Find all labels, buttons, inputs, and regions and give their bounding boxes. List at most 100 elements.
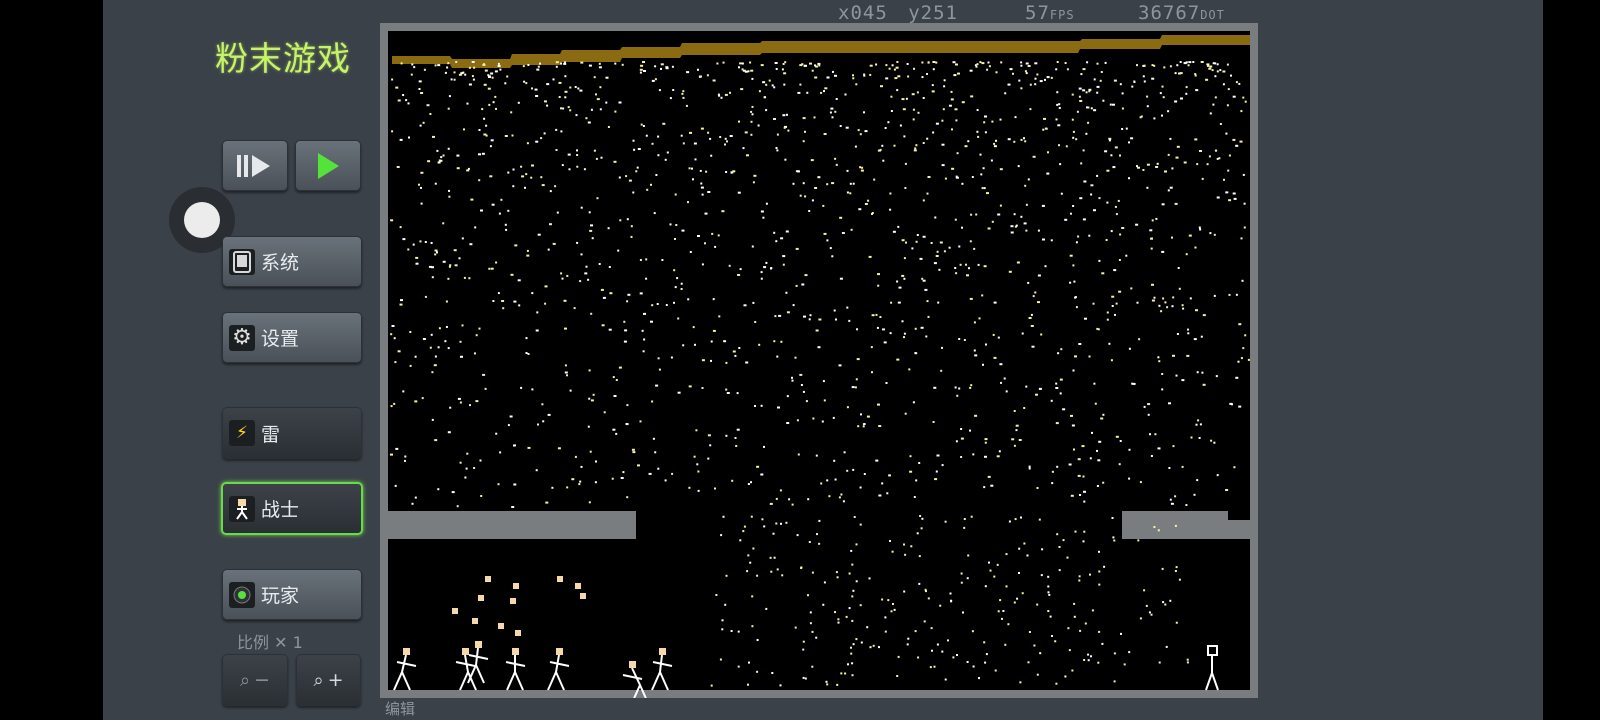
spark-particle bbox=[787, 129, 790, 132]
spark-particle bbox=[1047, 591, 1050, 594]
spark-particle bbox=[614, 110, 617, 113]
spark-particle bbox=[983, 121, 986, 124]
spark-particle bbox=[770, 570, 773, 573]
spark-particle bbox=[752, 547, 755, 550]
spark-particle bbox=[1092, 302, 1095, 305]
spark-particle bbox=[882, 159, 885, 162]
spark-particle bbox=[1045, 127, 1048, 130]
spark-particle bbox=[494, 70, 498, 73]
zoom-in-button[interactable]: ⌕ + bbox=[296, 654, 361, 706]
spark-particle bbox=[1041, 204, 1045, 207]
spark-particle bbox=[1112, 103, 1115, 106]
spark-particle bbox=[807, 498, 810, 501]
spark-particle bbox=[938, 268, 941, 271]
spark-particle bbox=[1209, 232, 1212, 235]
powder-playfield[interactable] bbox=[380, 23, 1258, 698]
zoom-out-button[interactable]: ⌕ − bbox=[222, 654, 288, 706]
spark-particle bbox=[593, 149, 596, 152]
spark-particle bbox=[885, 77, 889, 80]
spark-particle bbox=[998, 450, 1001, 453]
spark-particle bbox=[391, 325, 395, 327]
spark-particle bbox=[411, 502, 414, 505]
spark-particle bbox=[785, 230, 789, 233]
thunder-element-button[interactable]: ⚡ 雷 bbox=[222, 407, 362, 459]
spark-particle bbox=[1013, 410, 1016, 412]
system-button[interactable]: 系统 bbox=[222, 236, 362, 287]
spark-particle bbox=[648, 472, 652, 475]
spark-particle bbox=[952, 61, 956, 64]
spark-particle bbox=[424, 241, 427, 243]
spark-particle bbox=[1226, 63, 1229, 66]
spark-particle bbox=[637, 148, 641, 150]
spark-particle bbox=[969, 69, 973, 72]
spark-particle bbox=[1240, 357, 1243, 360]
spark-particle bbox=[1039, 80, 1043, 83]
spark-particle bbox=[1082, 149, 1085, 152]
spark-particle bbox=[993, 145, 997, 148]
spark-particle bbox=[828, 495, 831, 498]
spark-particle bbox=[834, 74, 837, 77]
spark-particle bbox=[535, 95, 539, 97]
spark-particle bbox=[1098, 583, 1101, 586]
spark-particle bbox=[773, 86, 776, 89]
spark-particle bbox=[395, 86, 399, 89]
spark-particle bbox=[823, 133, 827, 135]
spark-particle bbox=[966, 274, 969, 277]
spark-particle bbox=[491, 203, 495, 206]
spark-particle bbox=[464, 476, 467, 479]
spark-particle bbox=[1169, 137, 1172, 140]
spark-particle bbox=[817, 346, 821, 349]
spark-particle bbox=[848, 572, 851, 575]
spark-particle bbox=[1226, 104, 1229, 107]
spark-particle bbox=[522, 65, 525, 68]
spark-particle bbox=[495, 432, 498, 435]
spark-particle bbox=[783, 126, 786, 129]
spark-particle bbox=[775, 497, 778, 500]
spark-particle bbox=[984, 115, 987, 118]
spark-particle bbox=[499, 451, 502, 454]
spark-particle bbox=[750, 110, 753, 113]
spark-particle bbox=[524, 186, 526, 189]
spark-particle bbox=[655, 174, 658, 176]
spark-particle bbox=[589, 450, 592, 453]
spark-particle bbox=[751, 105, 754, 108]
spark-particle bbox=[701, 359, 705, 362]
spark-particle bbox=[434, 355, 437, 358]
fighter-element-button[interactable]: 战士 bbox=[221, 482, 363, 535]
play-button[interactable] bbox=[295, 140, 361, 191]
fighter-icon bbox=[229, 495, 255, 522]
spark-particle bbox=[1183, 161, 1187, 164]
player-element-button[interactable]: 玩家 bbox=[222, 569, 362, 620]
step-button[interactable] bbox=[222, 140, 288, 191]
spark-particle bbox=[394, 361, 397, 364]
spark-particle bbox=[429, 346, 432, 349]
spark-particle bbox=[478, 179, 481, 182]
spark-particle bbox=[390, 219, 394, 222]
spark-particle bbox=[1131, 85, 1134, 88]
spark-particle bbox=[982, 167, 985, 170]
spark-particle bbox=[753, 174, 757, 177]
spark-particle bbox=[447, 147, 450, 150]
spark-particle bbox=[501, 300, 505, 302]
spark-particle bbox=[1090, 184, 1094, 187]
wall-gap-right bbox=[1228, 511, 1250, 520]
spark-particle bbox=[920, 527, 923, 530]
playfield-canvas[interactable] bbox=[380, 23, 1258, 698]
spark-particle bbox=[1098, 440, 1102, 443]
spark-particle bbox=[932, 68, 935, 71]
spark-particle bbox=[699, 75, 702, 78]
spark-particle bbox=[1090, 193, 1093, 196]
spark-particle bbox=[788, 498, 791, 501]
spark-particle bbox=[1174, 570, 1177, 572]
spark-particle bbox=[1089, 573, 1091, 576]
settings-button[interactable]: ⚙ 设置 bbox=[222, 312, 362, 363]
spark-particle bbox=[956, 152, 959, 155]
spark-particle bbox=[957, 72, 960, 75]
spark-particle bbox=[921, 76, 924, 79]
spark-particle bbox=[984, 585, 987, 588]
spark-particle bbox=[463, 276, 466, 279]
spark-particle bbox=[1106, 169, 1110, 172]
spark-particle bbox=[811, 571, 814, 574]
spark-particle bbox=[654, 451, 657, 454]
spark-particle bbox=[1193, 338, 1197, 341]
